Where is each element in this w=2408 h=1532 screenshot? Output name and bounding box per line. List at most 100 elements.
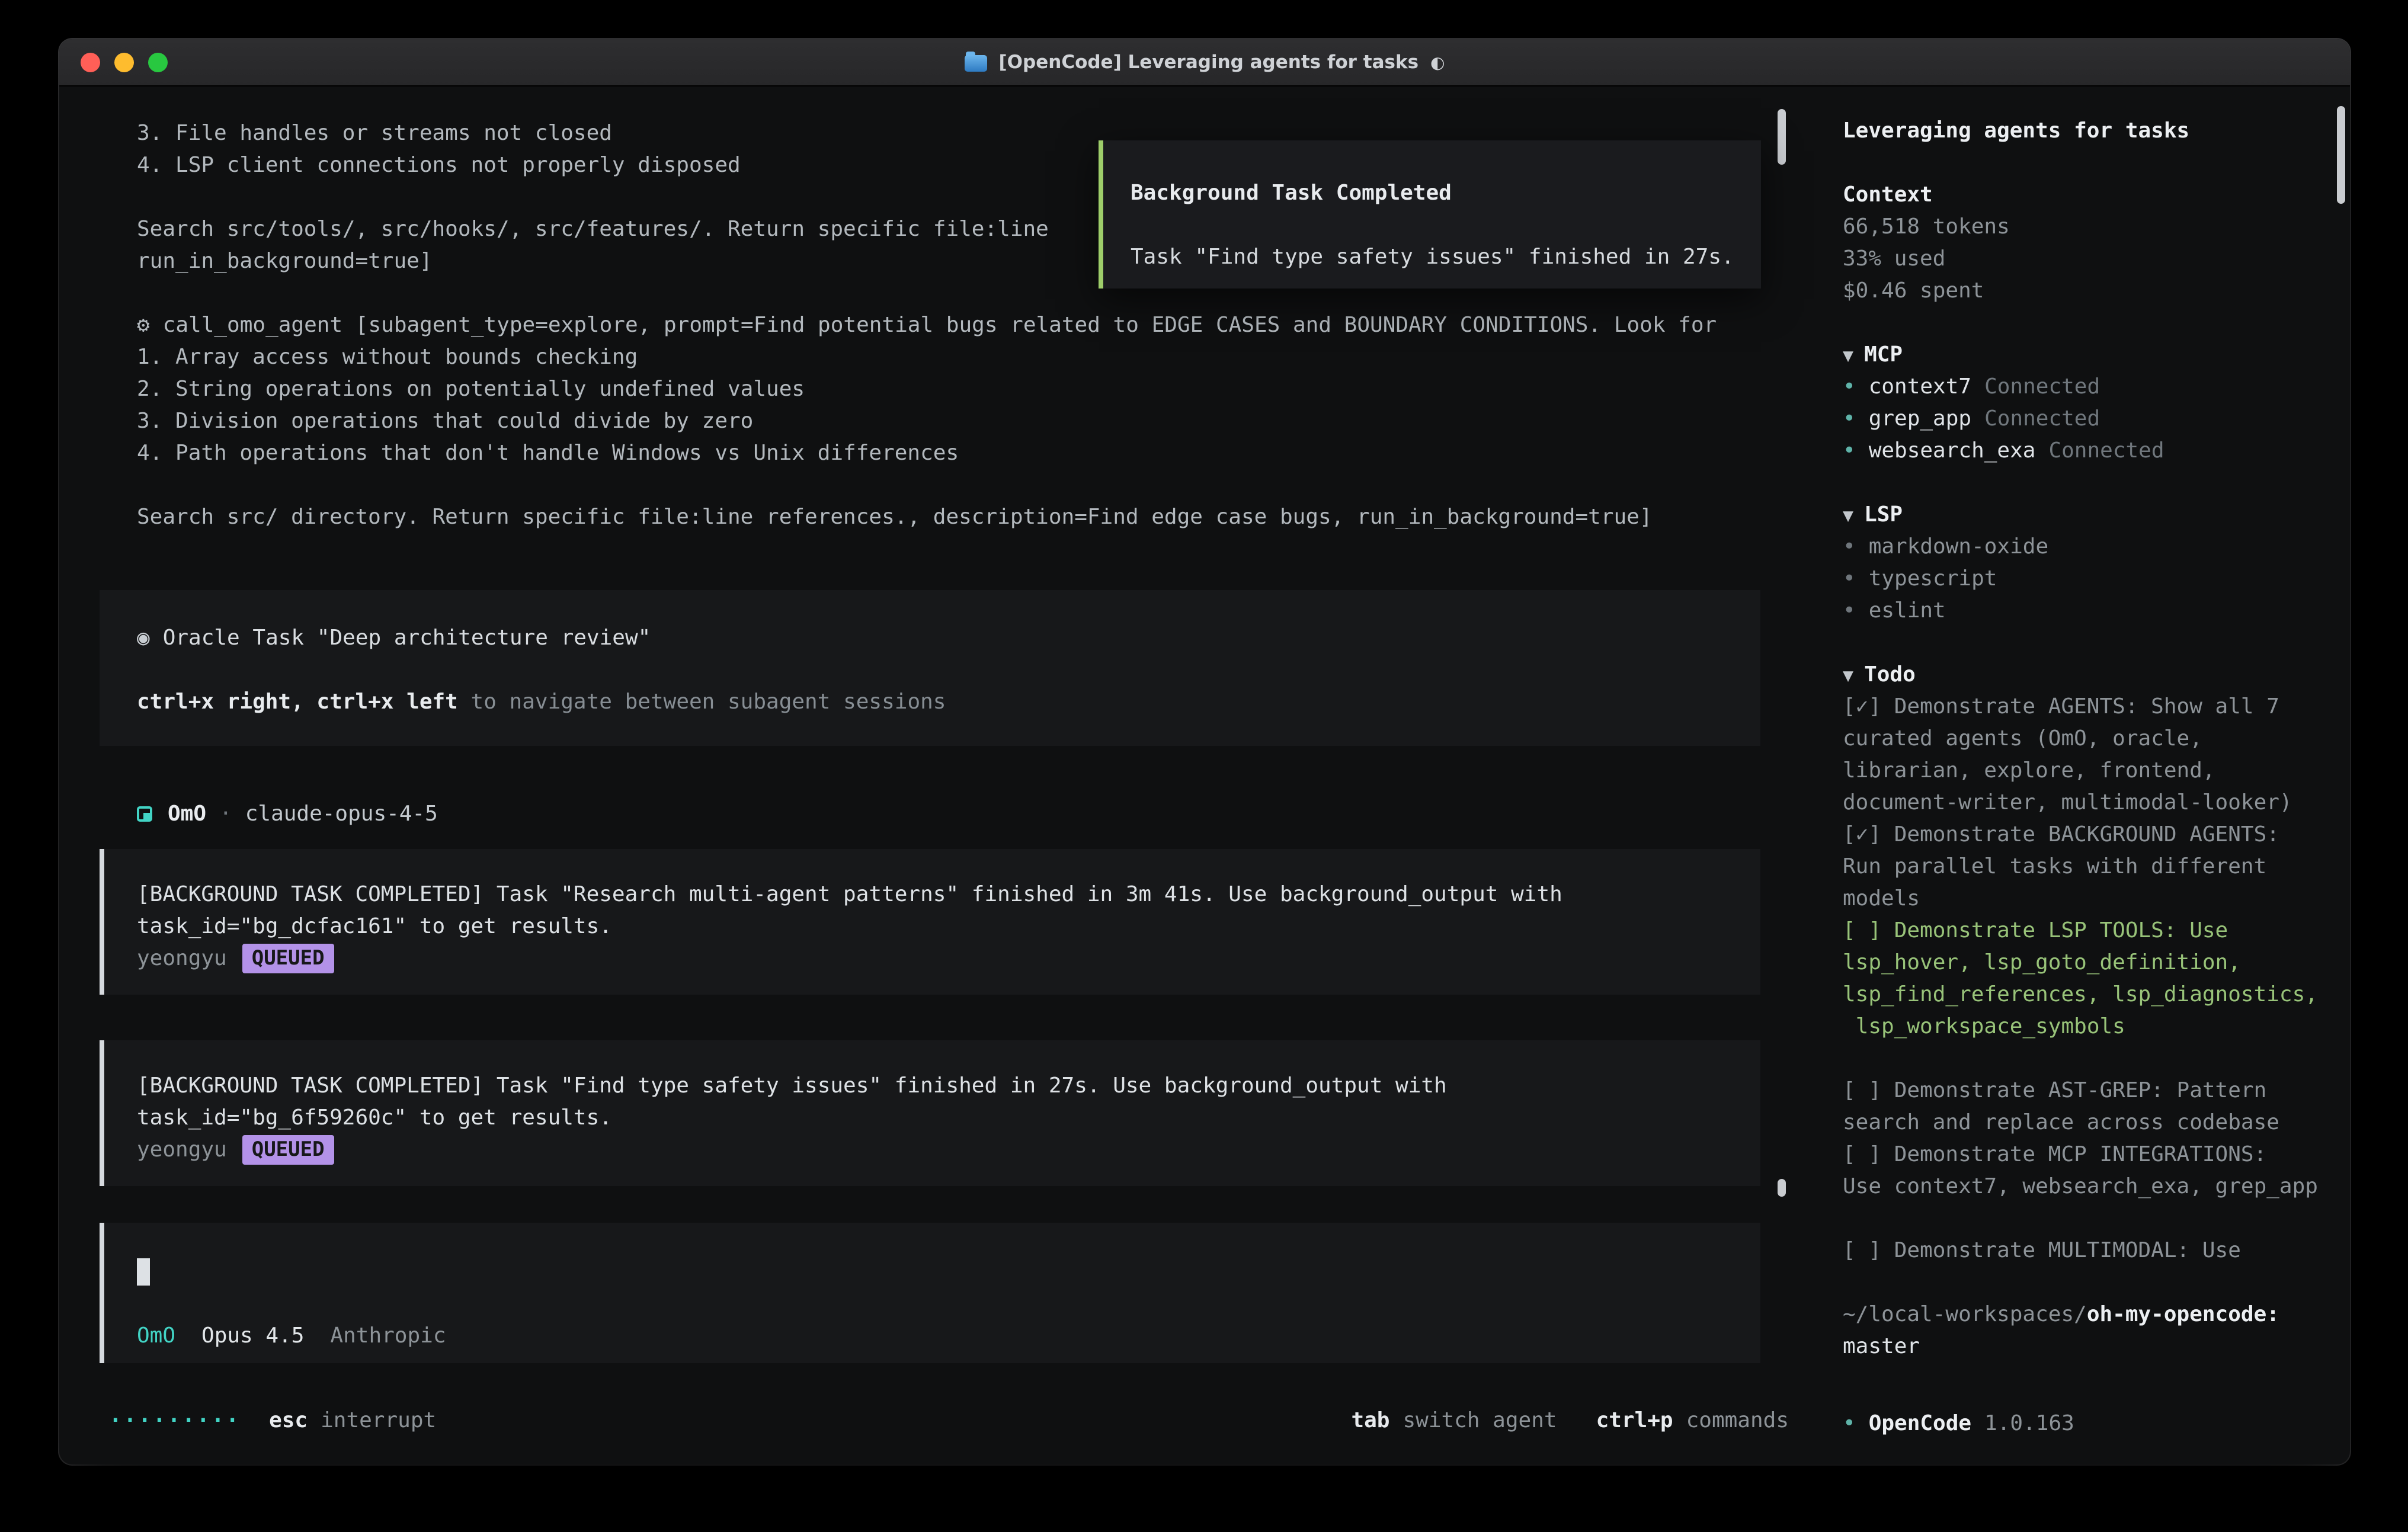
clock-icon: ◐ bbox=[1430, 53, 1445, 72]
window-content: 3. File handles or streams not closed 4.… bbox=[59, 86, 2350, 1464]
oracle-icon: ◉ bbox=[137, 626, 150, 650]
ctrlp-key-label: commands bbox=[1686, 1405, 1789, 1437]
workspace-path: ~/local-workspaces/oh-my-opencode: bbox=[1843, 1299, 2326, 1331]
mcp-item: • websearch_exa Connected bbox=[1843, 435, 2326, 467]
todo-item-pending: [ ] Demonstrate MCP INTEGRATIONS: Use co… bbox=[1843, 1139, 2326, 1203]
chat-scrollbar-thumb-bottom[interactable] bbox=[1778, 1179, 1786, 1197]
lsp-section-header[interactable]: ▼ LSP bbox=[1843, 499, 2326, 531]
minimize-button[interactable] bbox=[114, 53, 134, 72]
tool-call-line: ⚙ call_omo_agent [subagent_type=explore, … bbox=[137, 309, 1820, 341]
todo-item-pending: [ ] Demonstrate AST-GREP: Pattern search… bbox=[1843, 1075, 2326, 1139]
bullet-icon: • bbox=[1843, 438, 1856, 463]
oracle-hint-text: to navigate between subagent sessions bbox=[458, 690, 946, 714]
message-line: [BACKGROUND TASK COMPLETED] Task "Resear… bbox=[137, 879, 1737, 911]
lsp-name: eslint bbox=[1869, 598, 1946, 623]
chevron-down-icon: ▼ bbox=[1843, 665, 1853, 686]
tool-call-arg-line: Search src/ directory. Return specific f… bbox=[137, 501, 1820, 533]
oracle-task-panel: ◉Oracle Task "Deep architecture review" … bbox=[100, 590, 1760, 746]
mcp-name: grep_app bbox=[1869, 406, 1971, 431]
blank-line bbox=[1843, 1267, 2326, 1299]
chat-pane: 3. File handles or streams not closed 4.… bbox=[59, 86, 1820, 1464]
window-title: [OpenCode] Leveraging agents for tasks ◐ bbox=[965, 52, 1445, 73]
workspace-path-prefix: ~/local-workspaces/ bbox=[1843, 1302, 2087, 1326]
mcp-header-label: MCP bbox=[1864, 342, 1903, 367]
ctrlp-key-hint: ctrl+p bbox=[1596, 1405, 1673, 1437]
tab-key-label: switch agent bbox=[1402, 1405, 1557, 1437]
tool-call-arg-line: 4. Path operations that don't handle Win… bbox=[137, 437, 1820, 469]
chevron-down-icon: ▼ bbox=[1843, 345, 1853, 366]
blank-line bbox=[1843, 467, 2326, 499]
esc-key-hint: esc bbox=[269, 1405, 308, 1437]
bullet-icon: • bbox=[1843, 1411, 1856, 1435]
oracle-hint-keys: ctrl+x right, ctrl+x left bbox=[137, 690, 458, 714]
chat-scrollbar-thumb[interactable] bbox=[1778, 109, 1786, 165]
status-right: tab switch agent ctrl+p commands bbox=[1351, 1405, 1789, 1437]
blank-line bbox=[137, 654, 1737, 686]
window-title-text: [OpenCode] Leveraging agents for tasks bbox=[999, 52, 1419, 73]
toast-title: Background Task Completed bbox=[1131, 177, 1737, 209]
input-provider-name: Anthropic bbox=[330, 1320, 446, 1352]
context-used: 33% used bbox=[1843, 243, 2326, 275]
lsp-header-label: LSP bbox=[1864, 502, 1903, 527]
mcp-section-header[interactable]: ▼ MCP bbox=[1843, 339, 2326, 371]
mcp-item: •grep_appConnected bbox=[1843, 403, 2326, 435]
blank-line bbox=[1843, 1043, 2326, 1075]
bullet-icon: • bbox=[1843, 598, 1856, 623]
prompt-input[interactable]: OmO Opus 4.5 Anthropic bbox=[100, 1223, 1760, 1363]
blank-line bbox=[1843, 627, 2326, 659]
close-button[interactable] bbox=[81, 53, 100, 72]
blank-line bbox=[1131, 209, 1737, 241]
message-line: task_id="bg_6f59260c" to get results. bbox=[137, 1102, 1737, 1134]
lsp-item: • eslint bbox=[1843, 595, 2326, 627]
input-model-name: Opus 4.5 bbox=[201, 1320, 304, 1352]
terminal-window: [OpenCode] Leveraging agents for tasks ◐… bbox=[59, 39, 2350, 1464]
message-author: yeongyu bbox=[137, 1134, 227, 1166]
session-sidebar: Leveraging agents for tasks Context 66,5… bbox=[1820, 86, 2349, 1464]
separator-dot: · bbox=[219, 798, 232, 830]
todo-header-label: Todo bbox=[1864, 662, 1916, 687]
app-version: 1.0.163 bbox=[1984, 1411, 2074, 1435]
titlebar: [OpenCode] Leveraging agents for tasks ◐ bbox=[59, 39, 2350, 86]
background-task-message: [BACKGROUND TASK COMPLETED] Task "Resear… bbox=[100, 849, 1760, 995]
message-line: [BACKGROUND TASK COMPLETED] Task "Find t… bbox=[137, 1070, 1737, 1102]
message-footer: yeongyu QUEUED bbox=[137, 1134, 1737, 1166]
chevron-down-icon: ▼ bbox=[1843, 505, 1853, 526]
zoom-button[interactable] bbox=[148, 53, 168, 72]
message-author: yeongyu bbox=[137, 943, 227, 975]
input-model-row: OmO Opus 4.5 Anthropic bbox=[137, 1320, 1737, 1352]
tool-call-arg-line: 3. Division operations that could divide… bbox=[137, 405, 1820, 437]
todo-item-done: [✓] Demonstrate BACKGROUND AGENTS: Run p… bbox=[1843, 819, 2326, 915]
bullet-icon: • bbox=[1843, 374, 1856, 399]
tool-call-arg-line: 2. String operations on potentially unde… bbox=[137, 373, 1820, 405]
status-left: ········· esc interrupt bbox=[109, 1405, 436, 1437]
mcp-name: websearch_exa bbox=[1869, 438, 2036, 463]
blank-line bbox=[1843, 1203, 2326, 1235]
mcp-name: context7 bbox=[1869, 374, 1971, 399]
mcp-status: Connected bbox=[1984, 406, 2100, 431]
agent-name: OmO bbox=[168, 798, 206, 830]
gear-icon: ⚙ bbox=[137, 313, 150, 337]
tool-call-text: call_omo_agent [subagent_type=explore, p… bbox=[163, 313, 1717, 337]
todo-section-header[interactable]: ▼ Todo bbox=[1843, 659, 2326, 691]
app-icon bbox=[965, 55, 987, 72]
context-spent: $0.46 spent bbox=[1843, 275, 2326, 307]
todo-item-pending: [ ] Demonstrate MULTIMODAL: Use bbox=[1843, 1235, 2326, 1267]
app-name: OpenCode bbox=[1869, 1411, 1971, 1435]
version-row: • OpenCode 1.0.163 bbox=[1843, 1408, 2326, 1440]
queued-badge: QUEUED bbox=[242, 944, 334, 973]
queued-badge: QUEUED bbox=[242, 1135, 334, 1165]
sidebar-scrollbar-thumb[interactable] bbox=[2337, 106, 2345, 204]
tool-call-arg-line bbox=[137, 469, 1820, 501]
message-line: task_id="bg_dcfac161" to get results. bbox=[137, 911, 1737, 943]
agent-icon bbox=[137, 806, 152, 822]
todo-item-active: [ ] Demonstrate LSP TOOLS: Use lsp_hover… bbox=[1843, 915, 2326, 1043]
text-cursor bbox=[137, 1258, 150, 1286]
oracle-task-title-line: ◉Oracle Task "Deep architecture review" bbox=[137, 622, 1737, 654]
spinner-dots: ········· bbox=[109, 1405, 241, 1437]
bullet-icon: • bbox=[1843, 566, 1856, 591]
mcp-item: •context7Connected bbox=[1843, 371, 2326, 403]
background-task-message: [BACKGROUND TASK COMPLETED] Task "Find t… bbox=[100, 1040, 1760, 1186]
esc-key-label: interrupt bbox=[321, 1405, 436, 1437]
bullet-icon: • bbox=[1843, 534, 1856, 559]
mcp-status: Connected bbox=[2048, 438, 2164, 463]
